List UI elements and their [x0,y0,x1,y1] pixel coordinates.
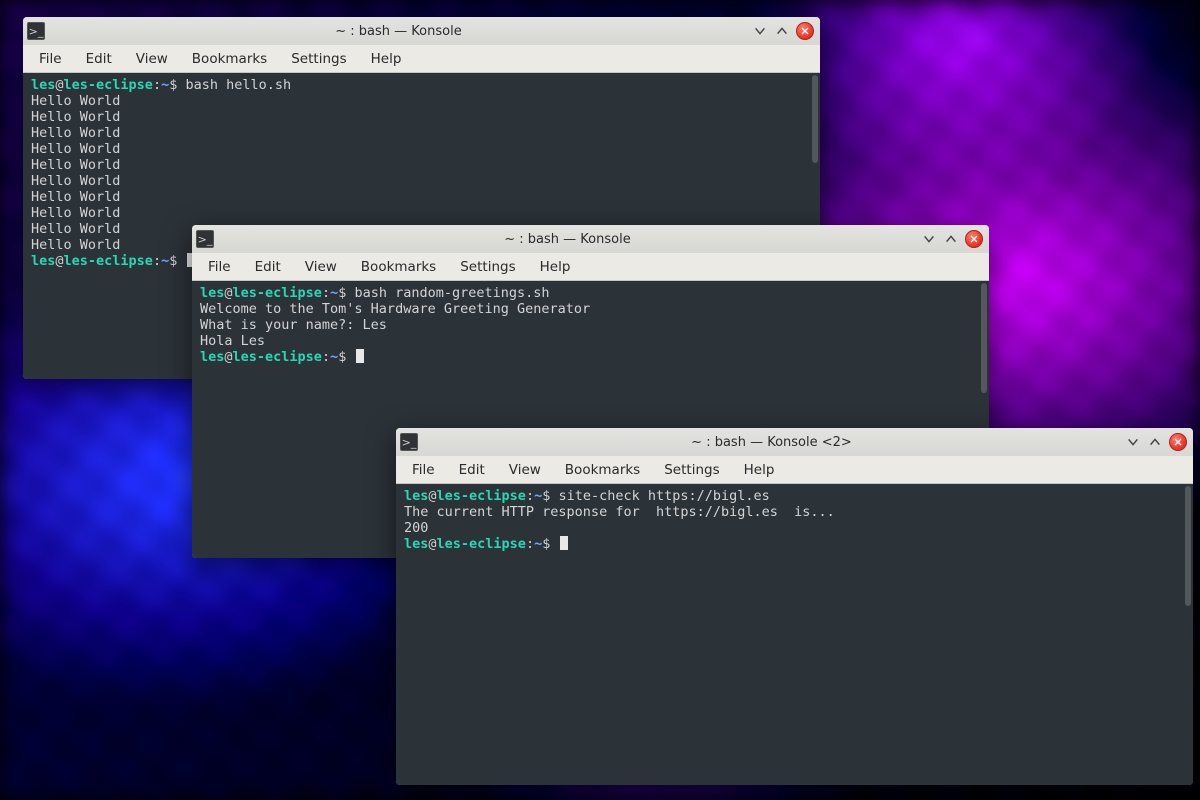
menu-settings[interactable]: Settings [652,458,731,482]
minimize-button[interactable] [752,23,768,39]
close-button[interactable] [796,22,814,40]
menu-settings[interactable]: Settings [448,255,527,279]
minimize-button[interactable] [1125,434,1141,450]
close-button[interactable] [1169,433,1187,451]
menu-help[interactable]: Help [528,255,583,279]
menu-bookmarks[interactable]: Bookmarks [553,458,652,482]
titlebar[interactable]: >_ ~ : bash — Konsole [23,17,820,45]
menubar: File Edit View Bookmarks Settings Help [192,253,989,281]
konsole-app-icon: >_ [400,433,418,451]
minimize-button[interactable] [921,231,937,247]
scrollbar-thumb[interactable] [812,75,818,163]
menu-help[interactable]: Help [732,458,787,482]
menu-view[interactable]: View [497,458,553,482]
titlebar[interactable]: >_ ~ : bash — Konsole <2> [396,428,1193,456]
menubar: File Edit View Bookmarks Settings Help [396,456,1193,484]
maximize-button[interactable] [943,231,959,247]
scrollbar-thumb[interactable] [981,283,987,393]
scrollbar[interactable] [1183,484,1193,785]
menu-help[interactable]: Help [359,47,414,71]
scrollbar-thumb[interactable] [1185,486,1191,606]
menu-view[interactable]: View [124,47,180,71]
maximize-button[interactable] [1147,434,1163,450]
close-button[interactable] [965,230,983,248]
window-title: ~ : bash — Konsole <2> [424,435,1119,450]
menu-edit[interactable]: Edit [74,47,124,71]
terminal-window-3: >_ ~ : bash — Konsole <2> File Edit View… [396,428,1193,785]
menu-file[interactable]: File [196,255,243,279]
window-title: ~ : bash — Konsole [220,232,915,247]
menu-file[interactable]: File [400,458,447,482]
menu-bookmarks[interactable]: Bookmarks [180,47,279,71]
maximize-button[interactable] [774,23,790,39]
menu-settings[interactable]: Settings [279,47,358,71]
menu-view[interactable]: View [293,255,349,279]
menu-file[interactable]: File [27,47,74,71]
titlebar[interactable]: >_ ~ : bash — Konsole [192,225,989,253]
menu-edit[interactable]: Edit [447,458,497,482]
menu-bookmarks[interactable]: Bookmarks [349,255,448,279]
konsole-app-icon: >_ [27,22,45,40]
window-title: ~ : bash — Konsole [51,24,746,39]
menu-edit[interactable]: Edit [243,255,293,279]
menubar: File Edit View Bookmarks Settings Help [23,45,820,73]
terminal-output[interactable]: les@les-eclipse:~$ site-check https://bi… [396,484,1183,785]
konsole-app-icon: >_ [196,230,214,248]
